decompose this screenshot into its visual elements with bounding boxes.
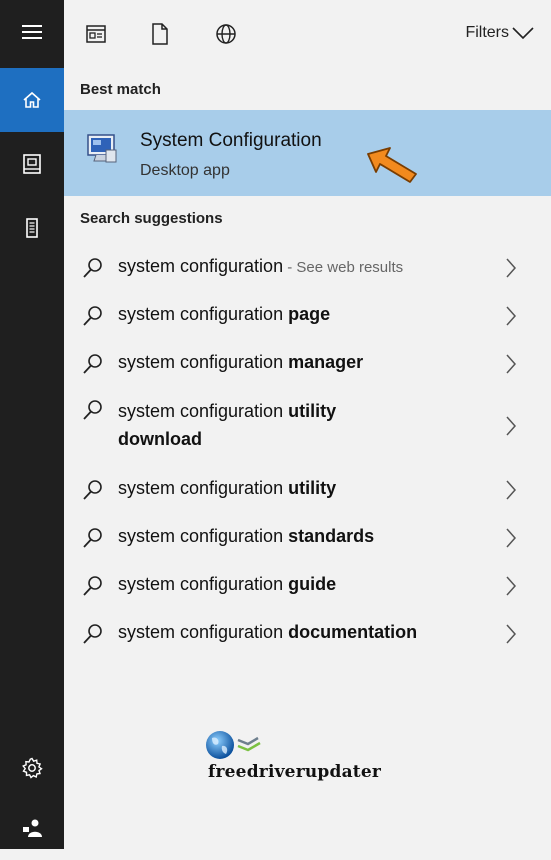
hamburger-menu-button[interactable]: [0, 0, 64, 64]
chevron-right-icon[interactable]: [505, 305, 517, 327]
apps-filter-icon[interactable]: [84, 22, 108, 46]
best-match-title: System Configuration: [140, 130, 322, 151]
search-icon: [83, 306, 102, 326]
search-icon: [83, 624, 102, 644]
suggestion-text-line2: download: [118, 429, 202, 449]
suggestion-item[interactable]: system configuration documentation: [64, 609, 551, 657]
home-nav-button[interactable]: [0, 68, 64, 132]
search-icon: [83, 528, 102, 548]
hamburger-menu-icon: [22, 25, 42, 39]
search-icon: [83, 400, 102, 420]
suggestion-item[interactable]: system configuration - See web results: [64, 243, 551, 291]
search-icon: [83, 480, 102, 500]
documents-nav-button[interactable]: [0, 132, 64, 196]
settings-icon: [22, 757, 43, 779]
search-suggestions-heading: Search suggestions: [80, 210, 223, 227]
chevron-right-icon[interactable]: [505, 623, 517, 645]
chevron-right-icon[interactable]: [505, 415, 517, 437]
globe-logo-icon: [206, 731, 261, 759]
chevron-down-icon[interactable]: [511, 26, 535, 40]
user-nav-button[interactable]: [0, 796, 64, 860]
search-icon: [83, 258, 102, 278]
suggestion-item[interactable]: system configuration utility: [64, 465, 551, 513]
settings-nav-button[interactable]: [0, 736, 64, 800]
suggestion-text: system configuration page: [118, 304, 331, 324]
search-icon: [83, 576, 102, 596]
best-match-heading: Best match: [80, 81, 161, 98]
pointer-arrow-icon: [367, 147, 417, 183]
suggestion-item[interactable]: system configuration utility download: [64, 387, 551, 465]
chevron-right-icon[interactable]: [505, 527, 517, 549]
suggestion-text: system configuration - See web results: [118, 256, 404, 276]
system-configuration-app-icon: [87, 134, 117, 163]
chevron-right-icon[interactable]: [505, 353, 517, 375]
watermark-text: freedriverupdater: [208, 762, 382, 782]
chevron-right-icon[interactable]: [505, 575, 517, 597]
suggestion-item[interactable]: system configuration guide: [64, 561, 551, 609]
suggestion-text: system configuration utility: [118, 401, 337, 421]
freedriverupdater-watermark: freedriverupdater: [196, 728, 426, 788]
suggestion-item[interactable]: system configuration manager: [64, 339, 551, 387]
suggestion-text: system configuration standards: [118, 526, 375, 546]
suggestion-item[interactable]: system configuration page: [64, 291, 551, 339]
home-icon: [23, 91, 41, 108]
chevron-right-icon[interactable]: [505, 479, 517, 501]
best-match-subtitle: Desktop app: [140, 162, 230, 179]
suggestion-text: system configuration guide: [118, 574, 337, 594]
document-filter-icon[interactable]: [148, 22, 172, 46]
search-icon: [83, 354, 102, 374]
left-nav-rail: [0, 0, 64, 849]
devices-nav-button[interactable]: [0, 196, 64, 260]
suggestion-item[interactable]: system configuration standards: [64, 513, 551, 561]
user-icon: [23, 819, 42, 837]
chevron-right-icon[interactable]: [505, 257, 517, 279]
documents-icon: [23, 154, 41, 174]
results-toolbar: Filters: [64, 0, 551, 68]
device-icon: [26, 218, 38, 238]
suggestion-text: system configuration manager: [118, 352, 364, 372]
suggestion-text: system configuration utility: [118, 478, 337, 498]
web-filter-globe-icon[interactable]: [214, 22, 238, 46]
filters-button-label[interactable]: Filters: [465, 24, 509, 42]
best-match-result[interactable]: System Configuration Desktop app: [64, 110, 551, 196]
suggestion-text: system configuration documentation: [118, 622, 418, 642]
